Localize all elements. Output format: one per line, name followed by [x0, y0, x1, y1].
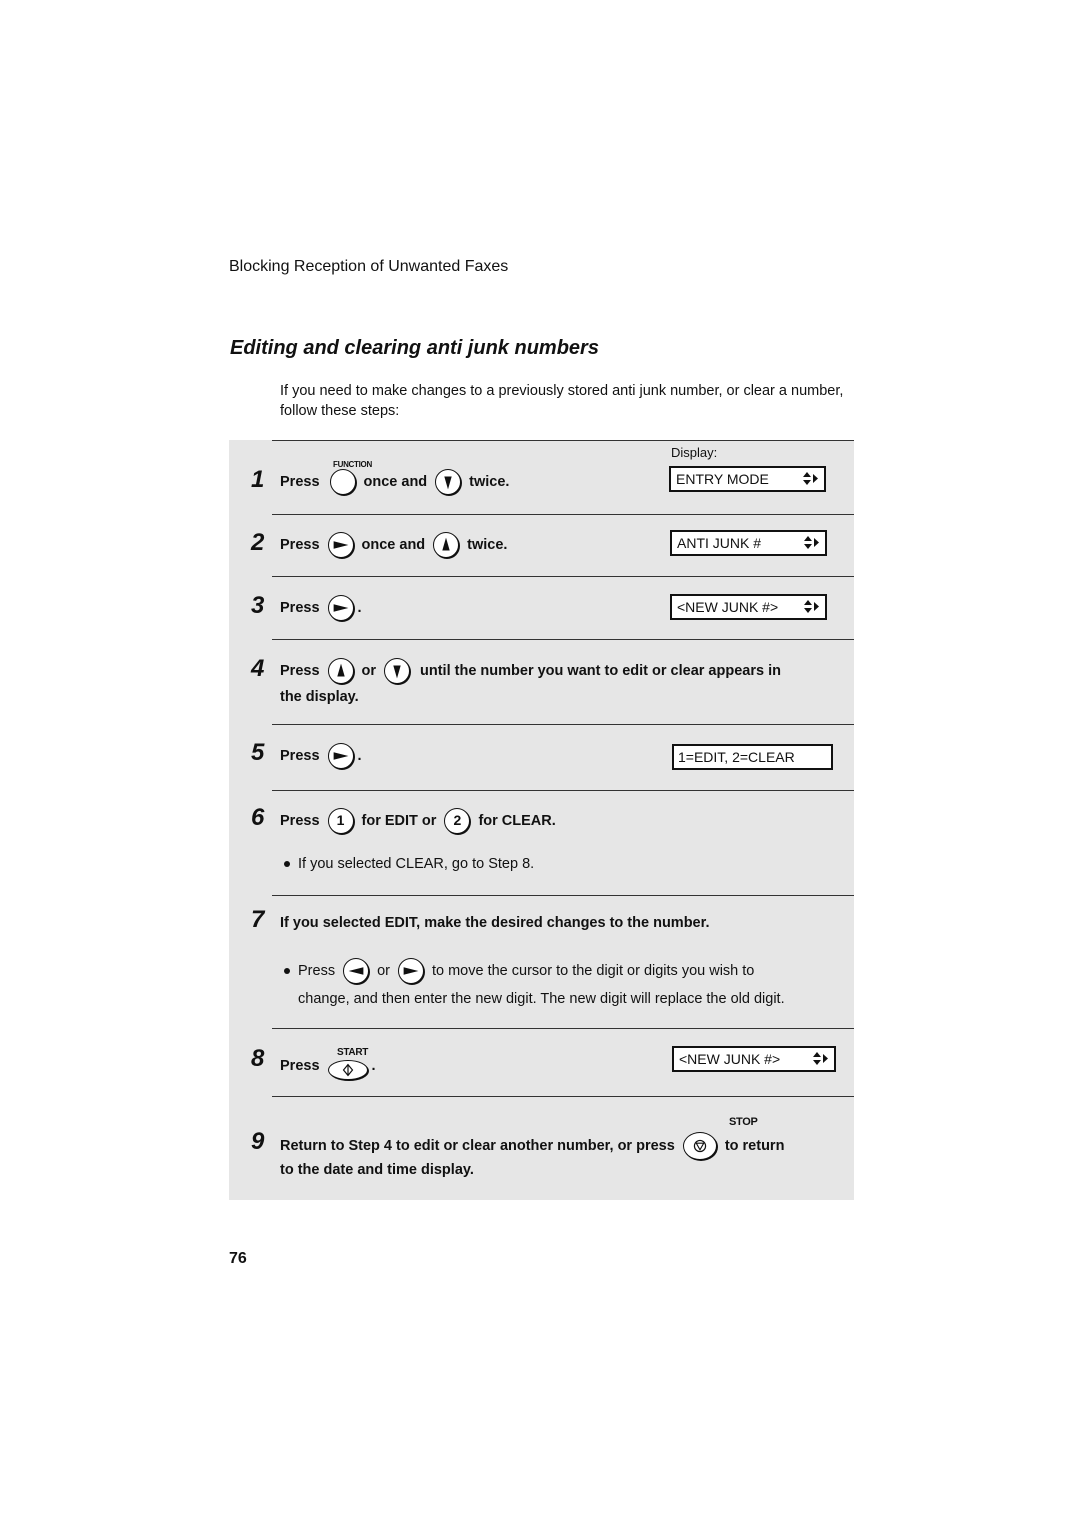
step-7-note: Press or to move the cursor to the digit…: [284, 957, 849, 985]
step-9-continuation: to the date and time display.: [280, 1162, 474, 1178]
step-text-end: .: [371, 1058, 376, 1074]
divider: [272, 1028, 854, 1029]
divider: [272, 790, 854, 791]
divider: [272, 1096, 854, 1097]
steps-panel: Display: 1 FUNCTION Press once and twice…: [229, 440, 854, 1200]
key-2-icon: 2: [444, 808, 471, 834]
stop-button-icon: [682, 1132, 717, 1160]
up-arrow-icon: [327, 658, 354, 684]
step-4-continuation: the display.: [280, 689, 359, 705]
step-4-text: Press or until the number you want to ed…: [280, 658, 781, 684]
step-text-end: until the number you want to edit or cle…: [420, 663, 781, 679]
right-arrow-icon: [397, 958, 424, 984]
display-label: Display:: [671, 445, 718, 460]
divider: [272, 514, 854, 515]
note-text: If you selected CLEAR, go to Step 8.: [298, 856, 535, 872]
step-6-note: If you selected CLEAR, go to Step 8.: [284, 850, 849, 878]
step-number: 7: [251, 906, 265, 933]
step-text: If you selected EDIT, make the desired c…: [280, 915, 710, 931]
stop-label: STOP: [729, 1116, 758, 1128]
intro-paragraph: If you need to make changes to a previou…: [280, 383, 844, 419]
press-label: Press: [280, 1058, 320, 1074]
lcd-display: 1=EDIT, 2=CLEAR: [672, 744, 833, 770]
right-arrow-icon: [327, 595, 354, 621]
step-text-mid: or: [361, 663, 377, 679]
step-5-text: Press .: [280, 743, 362, 769]
step-text-end: for CLEAR.: [478, 813, 556, 829]
start-button-icon: [327, 1060, 368, 1080]
page-number: 76: [229, 1250, 247, 1267]
step-6-text: Press 1 for EDIT or 2 for CLEAR.: [280, 808, 556, 834]
function-button-icon: [329, 469, 356, 495]
divider: [272, 576, 854, 577]
function-label: FUNCTION: [333, 460, 372, 469]
section-title: Editing and clearing anti junk numbers: [230, 337, 599, 359]
lcd-text: 1=EDIT, 2=CLEAR: [678, 749, 795, 765]
press-label: Press: [280, 748, 320, 764]
step-7-note-continuation: change, and then enter the new digit. Th…: [298, 991, 785, 1007]
bullet-icon: [284, 968, 290, 974]
running-header: Blocking Reception of Unwanted Faxes: [229, 258, 509, 275]
step-text-mid: once and: [361, 537, 426, 553]
right-arrow-icon: [327, 532, 354, 558]
step-8-text: Press .: [280, 1052, 376, 1080]
step-text-end: .: [357, 748, 362, 764]
step-text-mid: for EDIT or: [361, 813, 437, 829]
press-label: Press: [280, 663, 320, 679]
divider: [272, 639, 854, 640]
step-2-text: Press once and twice.: [280, 532, 507, 558]
lcd-display: ENTRY MODE: [669, 466, 826, 492]
lcd-text: ANTI JUNK #: [677, 535, 762, 551]
step-text-end: twice.: [469, 474, 510, 490]
step-text: Return to Step 4 to edit or clear anothe…: [280, 1138, 675, 1154]
left-arrow-icon: [343, 958, 370, 984]
lcd-display: <NEW JUNK #>: [672, 1046, 836, 1072]
up-arrow-icon: [433, 532, 460, 558]
press-label: Press: [280, 474, 320, 490]
step-number: 3: [251, 592, 265, 619]
step-7-text: If you selected EDIT, make the desired c…: [280, 915, 710, 931]
step-number: 4: [251, 655, 265, 682]
step-number: 6: [251, 804, 265, 831]
note-or: or: [377, 963, 390, 979]
step-number: 1: [251, 466, 265, 493]
scroll-arrows-icon: [804, 536, 819, 549]
down-arrow-icon: [435, 469, 462, 495]
key-1-icon: 1: [327, 808, 354, 834]
step-text-end: .: [357, 600, 362, 616]
press-label: Press: [280, 813, 320, 829]
note-text: to move the cursor to the digit or digit…: [431, 963, 755, 979]
lcd-text: ENTRY MODE: [676, 471, 769, 487]
step-text-mid: once and: [363, 474, 428, 490]
press-label: Press: [280, 537, 320, 553]
right-arrow-icon: [327, 743, 354, 769]
step-number: 2: [251, 529, 265, 556]
scroll-arrows-icon: [803, 472, 818, 485]
divider: [272, 440, 854, 441]
bullet-icon: [284, 861, 290, 868]
scroll-arrows-icon: [813, 1052, 828, 1065]
step-text-end: twice.: [467, 537, 508, 553]
step-9-text: Return to Step 4 to edit or clear anothe…: [280, 1132, 784, 1160]
lcd-display: <NEW JUNK #>: [670, 594, 827, 620]
press-label: Press: [280, 600, 320, 616]
step-number: 8: [251, 1045, 265, 1072]
step-3-text: Press .: [280, 595, 362, 621]
lcd-display: ANTI JUNK #: [670, 530, 827, 556]
step-number: 9: [251, 1128, 265, 1155]
divider: [272, 895, 854, 896]
divider: [272, 724, 854, 725]
step-number: 5: [251, 739, 265, 766]
note-press: Press: [298, 963, 336, 979]
scroll-arrows-icon: [804, 600, 819, 613]
lcd-text: <NEW JUNK #>: [677, 599, 779, 615]
lcd-text: <NEW JUNK #>: [679, 1051, 781, 1067]
step-1-text: Press once and twice.: [280, 469, 509, 495]
step-text-end: to return: [724, 1138, 785, 1154]
down-arrow-icon: [384, 658, 411, 684]
